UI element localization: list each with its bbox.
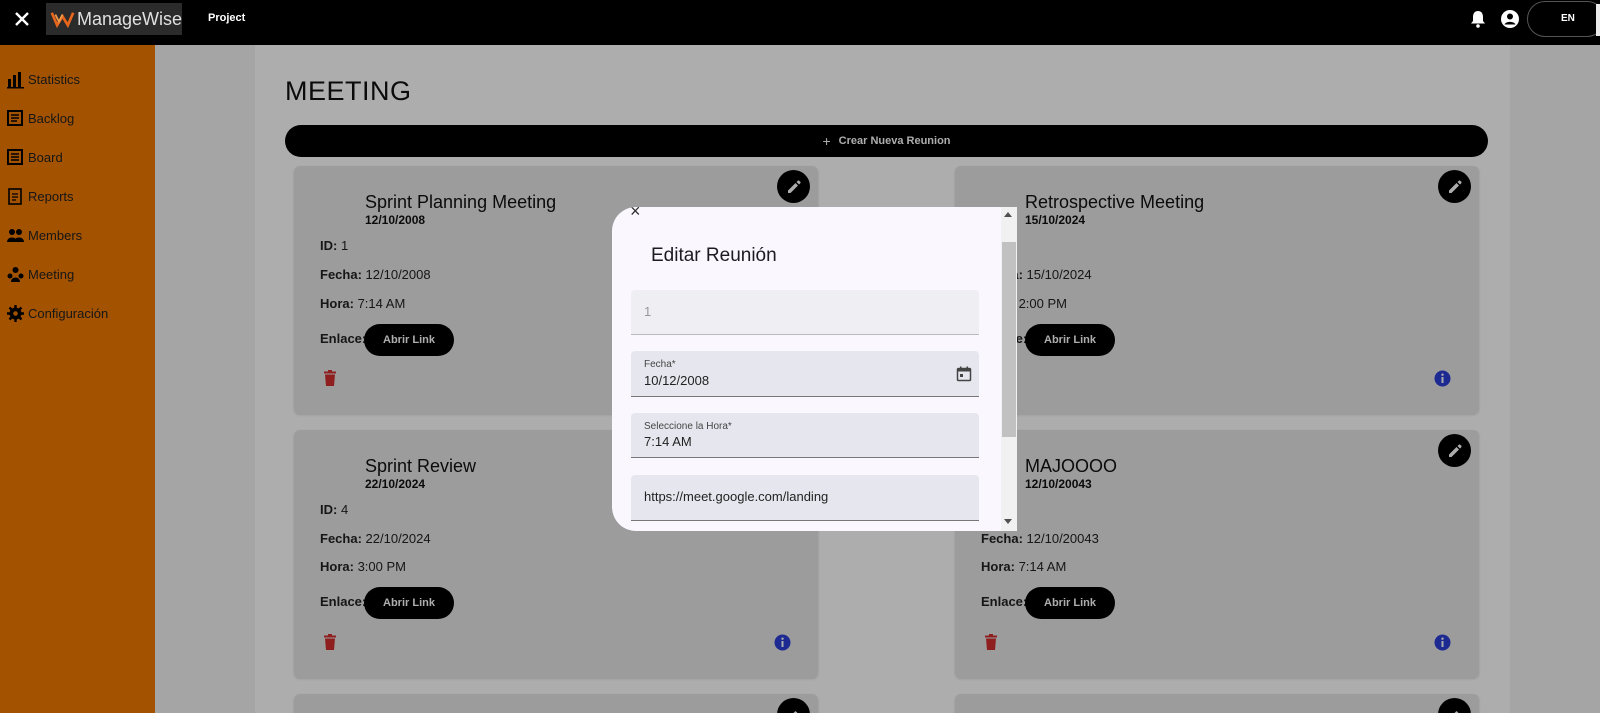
- fecha-field[interactable]: Fecha* 10/12/2008: [631, 351, 979, 397]
- id-field-value: 1: [644, 304, 652, 319]
- close-icon[interactable]: [12, 9, 32, 29]
- scroll-edge: [1596, 4, 1600, 36]
- scroll-down-icon[interactable]: [1004, 519, 1012, 524]
- link-field-value: https://meet.google.com/landing: [644, 489, 829, 504]
- top-bar: ManageWise Project EN: [0, 0, 1600, 45]
- id-field: 1: [631, 290, 979, 335]
- fecha-field-label: Fecha*: [644, 359, 676, 370]
- dialog-title: Editar Reunión: [651, 245, 777, 266]
- scroll-up-icon[interactable]: [1004, 212, 1012, 217]
- hora-field-value: 7:14 AM: [644, 434, 692, 449]
- brand-logo[interactable]: ManageWise: [46, 3, 182, 35]
- dialog-close-icon[interactable]: ×: [630, 207, 641, 222]
- hora-field[interactable]: Seleccione la Hora* 7:14 AM: [631, 413, 979, 458]
- link-field[interactable]: https://meet.google.com/landing: [631, 475, 979, 521]
- brand-name: ManageWise: [76, 8, 182, 29]
- edit-meeting-dialog: × Editar Reunión 1 Fecha* 10/12/2008 Sel…: [612, 207, 1017, 531]
- calendar-icon[interactable]: [956, 366, 972, 382]
- fecha-field-value: 10/12/2008: [644, 373, 710, 388]
- project-link[interactable]: Project: [208, 12, 245, 24]
- account-icon[interactable]: [1500, 9, 1520, 29]
- language-label: EN: [1561, 13, 1575, 24]
- logo-mark-icon: [50, 12, 75, 29]
- bell-icon[interactable]: [1468, 9, 1488, 29]
- hora-field-label: Seleccione la Hora*: [644, 421, 732, 432]
- dialog-scroll-thumb[interactable]: [1002, 242, 1016, 437]
